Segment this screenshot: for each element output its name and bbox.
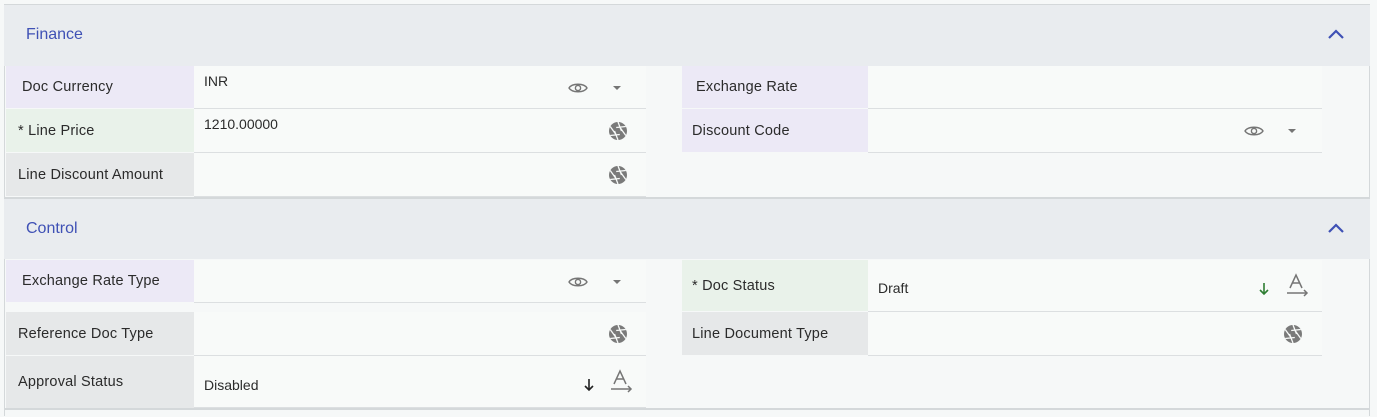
exchange-rate-type-field[interactable]: [194, 260, 646, 303]
doc-currency-field[interactable]: INR: [194, 66, 646, 109]
doc-status-value: Draft: [878, 280, 909, 296]
caret-down-icon[interactable]: [1287, 128, 1297, 134]
approval-status-label: Approval Status: [6, 356, 194, 408]
reference-doc-type-label: Reference Doc Type: [6, 312, 194, 355]
aperture-icon[interactable]: [1283, 324, 1303, 344]
line-document-type-field[interactable]: [868, 312, 1322, 356]
discount-code-label: Discount Code: [682, 109, 868, 152]
exchange-rate-field[interactable]: [868, 66, 1322, 109]
approval-status-value: Disabled: [204, 377, 259, 393]
eye-icon[interactable]: [1244, 123, 1264, 139]
line-price-field[interactable]: 1210.00000: [194, 109, 646, 153]
finance-section-title: Finance: [26, 26, 83, 43]
section-divider: [4, 408, 1370, 410]
aperture-icon[interactable]: [608, 121, 628, 141]
text-format-icon[interactable]: [1286, 273, 1310, 297]
text-format-icon[interactable]: [610, 369, 634, 393]
aperture-icon[interactable]: [608, 165, 628, 185]
line-price-value: 1210.00000: [204, 116, 278, 132]
approval-status-field[interactable]: Disabled: [194, 356, 646, 408]
line-document-type-label: Line Document Type: [682, 312, 868, 355]
eye-icon[interactable]: [568, 274, 588, 290]
doc-status-field[interactable]: Draft: [868, 260, 1322, 312]
control-section-header[interactable]: Control: [4, 197, 1370, 259]
arrow-down-icon[interactable]: [1258, 282, 1270, 296]
chevron-up-icon[interactable]: [1326, 25, 1346, 45]
doc-status-label: * Doc Status: [682, 260, 868, 311]
discount-code-field[interactable]: [868, 109, 1322, 153]
line-price-label: * Line Price: [6, 109, 194, 152]
reference-doc-type-field[interactable]: [194, 312, 646, 356]
chevron-up-icon[interactable]: [1326, 219, 1346, 239]
doc-currency-label: Doc Currency: [6, 66, 194, 108]
line-discount-amount-field[interactable]: [194, 153, 646, 197]
arrow-down-icon[interactable]: [583, 378, 595, 392]
exchange-rate-type-label: Exchange Rate Type: [6, 260, 194, 302]
finance-section-header[interactable]: Finance: [4, 4, 1370, 66]
exchange-rate-label: Exchange Rate: [682, 66, 868, 108]
eye-icon[interactable]: [568, 80, 588, 96]
caret-down-icon[interactable]: [612, 85, 622, 91]
caret-down-icon[interactable]: [612, 279, 622, 285]
aperture-icon[interactable]: [608, 324, 628, 344]
control-section-title: Control: [26, 220, 78, 237]
doc-currency-value: INR: [204, 73, 229, 89]
line-discount-amount-label: Line Discount Amount: [6, 153, 194, 196]
